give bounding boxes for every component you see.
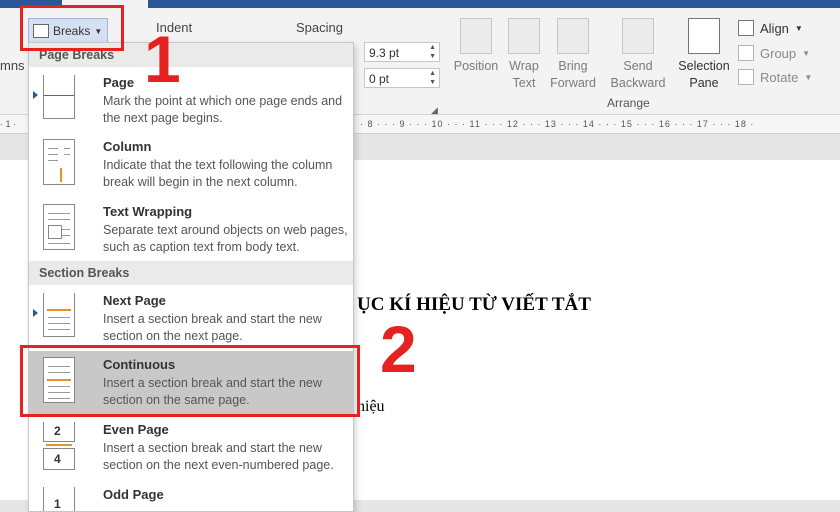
annotation-number-2: 2 <box>380 312 417 386</box>
annotation-box-breaks <box>20 5 124 51</box>
annotation-number-1: 1 <box>144 22 181 96</box>
ruler-marks: · 8 · · · 9 · · · 10 · · · 11 · · · 12 ·… <box>360 119 755 129</box>
spacing-after-value: 0 pt <box>369 72 390 86</box>
menu-item-page[interactable]: Page Mark the point at which one page en… <box>29 69 353 133</box>
chevron-down-icon: ▼ <box>804 72 813 82</box>
spin-arrows-icon[interactable]: ▲ ▼ <box>429 43 436 61</box>
position-icon <box>460 18 492 54</box>
page-break-icon <box>43 75 75 119</box>
spacing-before-input[interactable]: 9.3 pt ▲ ▼ <box>364 42 440 62</box>
menu-item-title: Column <box>103 139 152 154</box>
send-backward-button[interactable]: Send Backward <box>606 18 670 92</box>
arrange-group-label: Arrange <box>607 96 650 110</box>
spin-arrows-icon[interactable]: ▲ ▼ <box>429 69 436 87</box>
menu-item-even-page[interactable]: 2 4 Even Page Insert a section break and… <box>29 416 353 480</box>
ribbon-tab-strip <box>0 0 840 8</box>
menu-item-desc: Insert a section break and start the new… <box>103 312 322 343</box>
chevron-down-icon: ▼ <box>802 48 811 58</box>
breaks-dropdown-menu: Page Breaks Page Mark the point at which… <box>28 42 354 512</box>
bring-forward-icon <box>557 18 589 54</box>
spacing-before-value: 9.3 pt <box>369 46 400 60</box>
menu-item-desc: Insert a section break and start the new… <box>103 441 334 472</box>
chevron-down-icon: ▼ <box>794 23 803 33</box>
menu-item-title: Text Wrapping <box>103 204 193 219</box>
group-button[interactable]: Group ▼ <box>738 45 810 61</box>
align-button[interactable]: Align ▼ <box>738 20 803 36</box>
pointer-icon <box>33 309 38 317</box>
annotation-box-continuous <box>20 345 360 417</box>
menu-item-title: Even Page <box>103 422 169 437</box>
menu-item-column[interactable]: Column Indicate that the text following … <box>29 133 353 197</box>
group-icon <box>738 45 754 61</box>
document-text: hiệu <box>357 398 385 415</box>
menu-item-next-page[interactable]: Next Page Insert a section break and sta… <box>29 287 353 351</box>
spacing-label: Spacing <box>296 20 343 35</box>
bring-forward-button[interactable]: Bring Forward <box>548 18 598 92</box>
send-backward-icon <box>622 18 654 54</box>
menu-item-odd-page[interactable]: 1 Odd Page <box>29 481 353 511</box>
wrap-text-button[interactable]: Wrap Text <box>506 18 542 92</box>
align-icon <box>738 20 754 36</box>
selection-pane-icon <box>688 18 720 54</box>
selection-pane-button[interactable]: Selection Pane <box>676 18 732 92</box>
spacing-after-input[interactable]: 0 pt ▲ ▼ <box>364 68 440 88</box>
column-break-icon <box>43 139 75 185</box>
odd-page-icon: 1 <box>43 487 75 511</box>
menu-item-text-wrapping[interactable]: Text Wrapping Separate text around objec… <box>29 198 353 262</box>
menu-item-desc: Mark the point at which one page ends an… <box>103 94 343 125</box>
rotate-icon <box>738 69 754 85</box>
menu-item-desc: Separate text around objects on web page… <box>103 223 348 254</box>
menu-item-title: Page <box>103 75 135 90</box>
even-page-icon: 2 4 <box>43 422 75 470</box>
section-breaks-header: Section Breaks <box>29 261 353 285</box>
text-wrapping-icon <box>43 204 75 250</box>
columns-label-partial: mns <box>0 58 25 73</box>
menu-item-desc: Indicate that the text following the col… <box>103 158 333 189</box>
rotate-button[interactable]: Rotate ▼ <box>738 69 812 85</box>
next-page-icon <box>43 293 75 337</box>
wrap-text-icon <box>508 18 540 54</box>
menu-item-title: Next Page <box>103 293 166 308</box>
pointer-icon <box>33 91 38 99</box>
position-button[interactable]: Position <box>450 18 502 75</box>
